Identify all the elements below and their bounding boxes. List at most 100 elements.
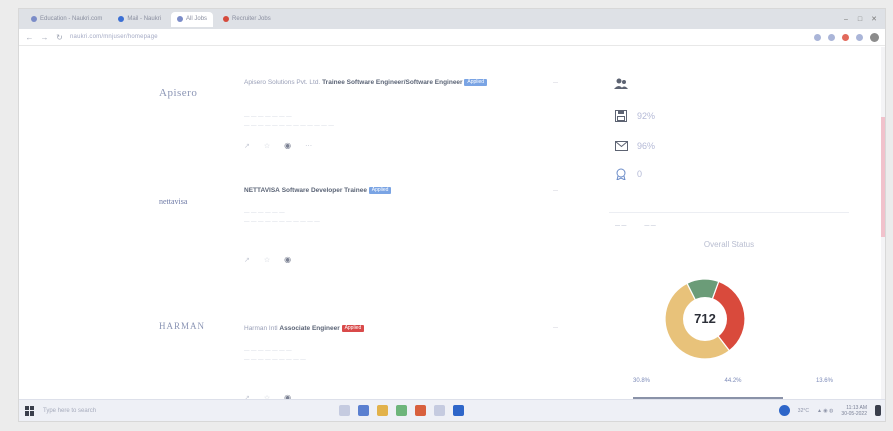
job-card[interactable]: Apisero Apisero Solutions Pvt. Ltd. Trai…	[19, 47, 599, 167]
company-name: Apisero Solutions Pvt. Ltd.	[244, 79, 321, 86]
store-icon[interactable]	[377, 405, 388, 416]
chrome-icon[interactable]	[415, 405, 426, 416]
status-donut-chart: 712	[664, 278, 746, 360]
clock[interactable]: 11:13 AM 30-05-2022	[841, 405, 867, 417]
scroll-thumb[interactable]	[881, 117, 885, 237]
clock-time: 11:13 AM	[846, 404, 867, 411]
tab-label: Education - Naukri.com	[40, 16, 103, 22]
job-description: — — — — — — — — — — — — — — — — — — — —	[244, 114, 334, 129]
job-date: —	[553, 188, 558, 194]
share-icon[interactable]: ↗	[244, 256, 250, 264]
job-card[interactable]: nettavisa NETTAVISA Software Developer T…	[19, 169, 599, 289]
job-card[interactable]: HARMAN Harman Intl Associate Engineer Ap…	[19, 289, 599, 409]
legend-percent: 44.2%	[724, 378, 742, 384]
tab-stats[interactable]: — —	[615, 223, 626, 229]
taskbar-search[interactable]: Type here to search	[43, 408, 213, 414]
view-icon[interactable]: ◉	[284, 141, 291, 150]
reload-icon[interactable]: ↻	[55, 33, 64, 42]
file-explorer-icon[interactable]	[358, 405, 369, 416]
windows-start-icon[interactable]	[25, 405, 35, 416]
tab-stats[interactable]: — —	[644, 223, 655, 229]
back-icon[interactable]: ←	[25, 33, 34, 42]
status-badge: Applied	[368, 186, 392, 194]
app-icon[interactable]	[453, 405, 464, 416]
favicon-icon	[177, 16, 184, 22]
extension-icon[interactable]	[814, 33, 821, 41]
save-job-icon[interactable]: ☆	[264, 256, 270, 264]
legend-item: 30.8%	[633, 377, 650, 385]
company-name: Harman Intl	[244, 325, 278, 332]
app-icon[interactable]	[396, 405, 407, 416]
more-icon[interactable]: ⋯	[305, 142, 312, 150]
tab-label: Recruiter Jobs	[232, 16, 271, 22]
browser-tab[interactable]: Education - Naukri.com	[25, 12, 108, 27]
share-icon[interactable]: ↗	[244, 142, 250, 150]
favicon-icon	[223, 16, 230, 22]
extension-icon[interactable]	[828, 33, 835, 41]
page-content: Apisero Apisero Solutions Pvt. Ltd. Trai…	[19, 47, 885, 402]
save-icon	[613, 109, 629, 123]
company-logo: Apisero	[159, 87, 198, 99]
status-badge: Applied	[464, 78, 488, 86]
windows-taskbar: Type here to search 32°C ▲ ◉ ◍ 11:13 AM …	[19, 399, 885, 421]
chart-legend: 30.8% 44.2% 13.6%	[633, 377, 833, 385]
job-role: Associate Engineer	[279, 325, 340, 332]
stats-panel: 92% 96% 0 — — — — Overall Status 712 30.…	[609, 47, 859, 401]
forward-icon[interactable]: →	[40, 33, 49, 42]
favicon-icon	[31, 16, 37, 22]
extensions-row	[814, 32, 879, 42]
close-icon[interactable]: ✕	[869, 15, 879, 23]
legend-item: 44.2%	[724, 377, 741, 385]
extension-icon[interactable]	[842, 33, 849, 41]
scrollbar[interactable]	[881, 47, 885, 401]
url-field[interactable]: naukri.com/mnjuser/homepage	[70, 34, 158, 40]
stat-row: 0	[613, 167, 713, 181]
browser-tab[interactable]: Mail - Naukri	[112, 12, 167, 27]
minimize-icon[interactable]: –	[841, 16, 851, 23]
stat-value: 0	[637, 169, 643, 179]
stat-row	[613, 77, 713, 91]
job-date: —	[553, 80, 558, 86]
screen: Education - Naukri.com Mail - Naukri All…	[18, 8, 886, 422]
job-actions: ↗ ☆ ◉	[244, 255, 291, 264]
job-title[interactable]: Harman Intl Associate Engineer Applied	[244, 323, 534, 334]
maximize-icon[interactable]: □	[855, 16, 865, 23]
job-actions: ↗ ☆ ◉ ⋯	[244, 141, 312, 150]
job-description: — — — — — — — — — — — — — — — — —	[244, 210, 320, 225]
help-icon[interactable]	[778, 405, 790, 416]
donut-total: 712	[694, 311, 716, 326]
profile-avatar-icon[interactable]	[870, 32, 879, 42]
task-view-icon[interactable]	[339, 405, 350, 416]
stat-value: 96%	[637, 141, 656, 151]
app-icon[interactable]	[434, 405, 445, 416]
legend-percent: 30.8%	[633, 378, 651, 384]
tab-label: All Jobs	[186, 16, 208, 22]
job-title[interactable]: Apisero Solutions Pvt. Ltd. Trainee Soft…	[244, 77, 534, 88]
clock-date: 30-05-2022	[841, 410, 867, 417]
divider	[609, 212, 849, 213]
job-role: Software Developer Trainee	[281, 187, 367, 194]
job-title[interactable]: NETTAVISA Software Developer Trainee App…	[244, 185, 534, 196]
company-logo: nettavisa	[159, 197, 188, 206]
job-list: Apisero Apisero Solutions Pvt. Ltd. Trai…	[19, 47, 599, 402]
weather-temp[interactable]: 32°C	[798, 408, 809, 414]
browser-tab-active[interactable]: All Jobs	[171, 11, 214, 27]
stat-row: 96%	[613, 139, 713, 153]
view-icon[interactable]: ◉	[284, 255, 291, 264]
stats-tabs: — — — —	[615, 223, 656, 229]
browser-tabbar: Education - Naukri.com Mail - Naukri All…	[19, 9, 885, 29]
browser-tab[interactable]: Recruiter Jobs	[217, 12, 277, 27]
notifications-icon[interactable]	[875, 405, 881, 416]
status-badge: Applied	[341, 324, 365, 332]
job-description: — — — — — — — — — — — — — — — —	[244, 348, 306, 363]
stat-row: 92%	[613, 109, 713, 123]
extension-icon[interactable]	[856, 33, 863, 41]
mail-icon	[613, 139, 629, 153]
users-icon	[613, 77, 629, 91]
network-icon[interactable]: ▲ ◉ ◍	[817, 408, 833, 414]
tab-label: Mail - Naukri	[127, 16, 162, 22]
save-job-icon[interactable]: ☆	[264, 142, 270, 150]
badge-icon	[613, 167, 629, 181]
job-role: Trainee Software Engineer/Software Engin…	[322, 79, 463, 86]
photo-frame: Education - Naukri.com Mail - Naukri All…	[0, 0, 893, 431]
